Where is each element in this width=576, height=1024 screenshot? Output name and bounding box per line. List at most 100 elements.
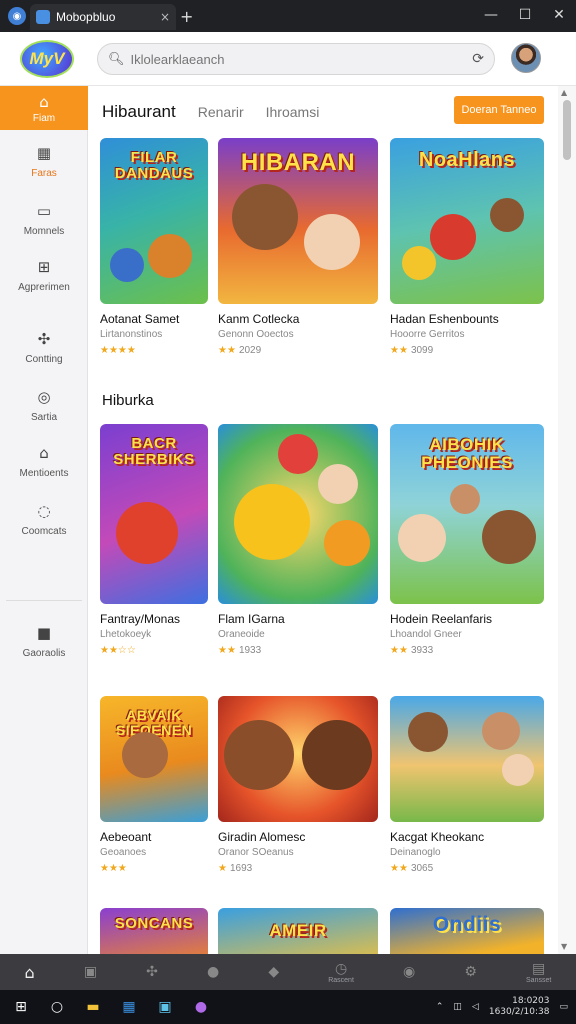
tab-ihroamsi[interactable]: Ihroamsi bbox=[266, 104, 320, 120]
sidebar-item-home[interactable]: ⌂ Fiam bbox=[0, 86, 88, 130]
notification-icon[interactable]: ▭ bbox=[559, 1002, 568, 1012]
game-card[interactable]: AIBOHIK PHEONIES Hodein Reelanfaris Lhoa… bbox=[390, 424, 544, 656]
sidebar-item-momnels[interactable]: ▭ Momnels bbox=[0, 202, 88, 237]
game-subtitle: Oranor SOeanus bbox=[218, 847, 294, 858]
sidebar-item-contting[interactable]: ✣ Contting bbox=[0, 330, 88, 365]
start-icon[interactable]: ⊞ bbox=[6, 992, 36, 1022]
rating-stars: ★★★ bbox=[100, 863, 127, 874]
user-avatar[interactable] bbox=[511, 43, 541, 73]
game-card[interactable]: Ondiis bbox=[390, 908, 544, 954]
game-subtitle: Oraneoide bbox=[218, 629, 265, 640]
game-card[interactable]: SONCANS bbox=[100, 908, 208, 954]
volume-icon[interactable]: ◁ bbox=[472, 1002, 479, 1012]
rating-stars: ★★ bbox=[390, 645, 408, 656]
game-title: Aotanat Samet bbox=[100, 312, 180, 326]
game-subtitle: Deinanoglo bbox=[390, 847, 441, 858]
file-explorer-icon[interactable]: ▬ bbox=[78, 992, 108, 1022]
network-icon[interactable]: ◫ bbox=[453, 1002, 462, 1012]
sidebar-item-gaoraolis[interactable]: ■ Gaoraolis bbox=[0, 624, 88, 659]
game-card[interactable]: Kacgat Kheokanc Deinanoglo ★★ 3065 bbox=[390, 696, 544, 874]
sidebar-item-games[interactable]: ▦ Faras bbox=[0, 144, 88, 179]
camera-icon: ◉ bbox=[403, 964, 416, 980]
bottom-nav-share[interactable]: ◆ bbox=[268, 964, 279, 980]
game-card[interactable]: FILAR DANDAUS Aotanat Samet Lirtanonstin… bbox=[100, 138, 208, 356]
bottom-nav-gallery[interactable]: ▣ bbox=[84, 964, 97, 980]
game-thumbnail: ABVAIK SIEOENEN bbox=[100, 696, 208, 822]
bottom-nav-home[interactable]: ⌂ bbox=[25, 963, 35, 982]
game-title: Hadan Eshenbounts bbox=[390, 312, 499, 326]
vertical-scrollbar[interactable]: ▲ ▼ bbox=[558, 86, 576, 954]
clock[interactable]: 18:0203 1630/2/10:38 bbox=[489, 996, 550, 1018]
rating-stars: ★★★★ bbox=[100, 345, 136, 356]
new-tab-button[interactable]: + bbox=[180, 7, 193, 26]
tab-renarir[interactable]: Renarir bbox=[198, 104, 244, 120]
thumbnail-title: BACR SHERBIKS bbox=[113, 435, 195, 468]
clock-icon: ◷ bbox=[334, 960, 348, 977]
sidebar-divider bbox=[6, 600, 82, 601]
tab-close-icon[interactable]: × bbox=[160, 10, 170, 24]
sidebar-item-coomcats[interactable]: ◌ Coomcats bbox=[0, 502, 88, 537]
game-rating: ★★ 3099 bbox=[390, 345, 544, 356]
rating-stars: ★★ bbox=[218, 645, 236, 656]
game-card[interactable]: ABVAIK SIEOENEN Aebeoant Geoanoes ★★★ bbox=[100, 696, 208, 874]
chevron-up-icon[interactable]: ⌃ bbox=[436, 1002, 444, 1012]
puzzle-icon: ✣ bbox=[37, 330, 51, 348]
game-card[interactable]: BACR SHERBIKS Fantray/Monas Lhetokoeyk ★… bbox=[100, 424, 208, 656]
camera-icon[interactable]: ⟳ bbox=[472, 51, 484, 67]
image-icon: ▣ bbox=[83, 964, 98, 980]
game-rating: ★★★ bbox=[100, 863, 208, 874]
game-card[interactable]: Flam IGarna Oraneoide ★★ 1933 bbox=[218, 424, 378, 656]
game-rating: ★★★★ bbox=[100, 345, 208, 356]
search-input[interactable] bbox=[130, 51, 473, 67]
game-rating: ★★☆☆ bbox=[100, 645, 208, 656]
game-card[interactable]: Giradin Alomesc Oranor SOeanus ★ 1693 bbox=[218, 696, 378, 874]
close-window-button[interactable]: ✕ bbox=[542, 0, 576, 32]
minimize-button[interactable]: — bbox=[474, 0, 508, 32]
calendar-icon[interactable]: ▦ bbox=[114, 992, 144, 1022]
search-bar[interactable]: 🔍︎ ⟳ bbox=[97, 43, 495, 75]
bottom-nav-recent[interactable]: ◷ Rascent bbox=[328, 961, 354, 984]
bottom-nav-settings[interactable]: ⚙ bbox=[464, 964, 477, 980]
game-subtitle: Genonn Ooectos bbox=[218, 329, 294, 340]
store-icon[interactable]: ▣ bbox=[150, 992, 180, 1022]
game-subtitle: Lirtanonstinos bbox=[100, 329, 163, 340]
bottom-nav-profile[interactable]: ● bbox=[207, 964, 219, 980]
rating-stars: ★ bbox=[218, 863, 227, 874]
game-thumbnail: HIBARAN bbox=[218, 138, 378, 304]
game-title: Fantray/Monas bbox=[100, 612, 181, 626]
chat-icon: ◌ bbox=[37, 502, 51, 520]
top-action-button[interactable]: Doeran Tanneo bbox=[454, 96, 544, 124]
thumbnail-title: SONCANS bbox=[114, 915, 194, 932]
maximize-button[interactable]: ☐ bbox=[508, 0, 542, 32]
section-title: Hiburka bbox=[102, 392, 154, 409]
game-subtitle: Geoanoes bbox=[100, 847, 147, 858]
bottom-nav-puzzle[interactable]: ✣ bbox=[146, 964, 158, 980]
game-rating: ★★ 1933 bbox=[218, 645, 378, 656]
browser-icon[interactable]: ● bbox=[186, 992, 216, 1022]
search-icon[interactable]: ○ bbox=[42, 992, 72, 1022]
scrollbar-thumb[interactable] bbox=[563, 100, 571, 160]
sidebar-item-sartia[interactable]: ◎ Sartia bbox=[0, 388, 88, 423]
browser-tab[interactable]: Mobopbluo × bbox=[30, 4, 176, 30]
sidebar-item-mentioents[interactable]: ⌂ Mentioents bbox=[0, 444, 88, 479]
thumbnail-title: NoaHlans bbox=[418, 149, 516, 171]
game-card[interactable]: HIBARAN Kanm Cotlecka Genonn Ooectos ★★ 2… bbox=[218, 138, 378, 356]
game-rating: ★ 1693 bbox=[218, 863, 378, 874]
scroll-up-icon[interactable]: ▲ bbox=[561, 88, 567, 97]
window-controls: — ☐ ✕ bbox=[474, 0, 576, 32]
rating-stars: ★★ bbox=[218, 345, 236, 356]
app-icon: ◉ bbox=[8, 7, 26, 25]
bottom-nav-camera[interactable]: ◉ bbox=[403, 964, 415, 980]
thumbnail-title: AIBOHIK PHEONIES bbox=[421, 435, 513, 472]
bottom-nav-saved[interactable]: ▤ Sansset bbox=[526, 961, 551, 984]
game-card[interactable]: AMEIR bbox=[218, 908, 378, 954]
tab-hibaurant[interactable]: Hibaurant bbox=[102, 102, 176, 122]
game-title: Kanm Cotlecka bbox=[218, 312, 300, 326]
scroll-down-icon[interactable]: ▼ bbox=[561, 942, 567, 951]
rating-count: 3065 bbox=[410, 863, 434, 874]
os-taskbar: ⊞ ○ ▬ ▦ ▣ ● ⌃ ◫ ◁ 18:0203 1630/2/10:38 ▭ bbox=[0, 990, 576, 1024]
sidebar-item-agprerimen[interactable]: ⊞ Agprerimen bbox=[0, 258, 88, 293]
app-logo[interactable]: MyV bbox=[20, 40, 74, 78]
game-thumbnail: AMEIR bbox=[218, 908, 378, 954]
game-card[interactable]: NoaHlans Hadan Eshenbounts Hooorre Gerri… bbox=[390, 138, 544, 356]
